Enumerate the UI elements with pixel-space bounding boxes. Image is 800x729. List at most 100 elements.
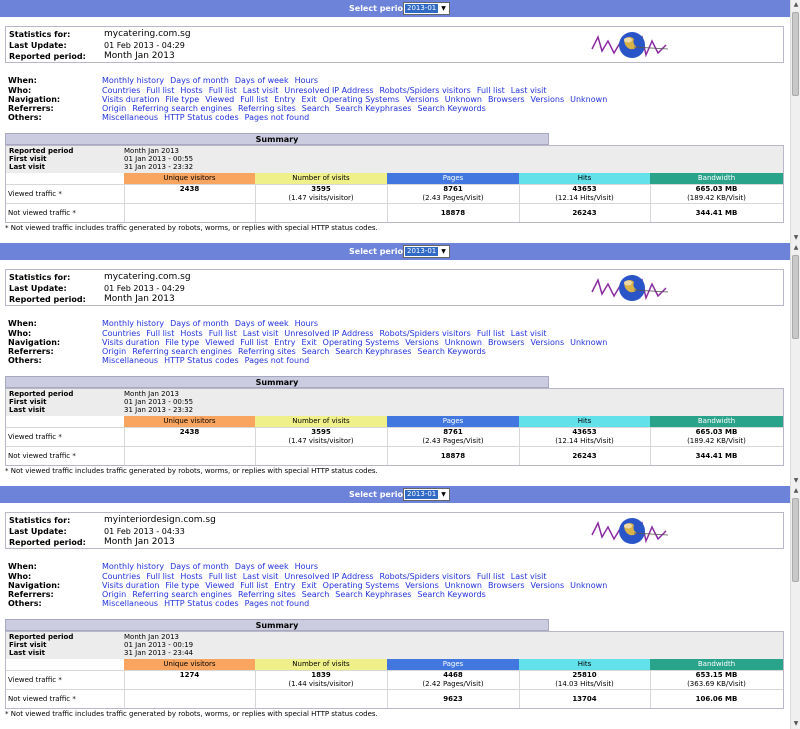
menu-link[interactable]: Full list [240,95,268,104]
period-select[interactable]: 2013-01 ▼ [403,488,450,501]
menu-link[interactable]: Exit [302,338,317,347]
menu-link[interactable]: File type [165,338,199,347]
menu-link[interactable]: Referring sites [238,104,296,113]
menu-link[interactable]: Days of month [170,76,229,85]
menu-link[interactable]: Origin [102,590,126,599]
menu-link[interactable]: Monthly history [102,319,164,328]
menu-link[interactable]: Full list [477,572,505,581]
chevron-down-icon[interactable]: ▼ [439,247,448,256]
menu-link[interactable]: Full list [146,86,174,95]
menu-link[interactable]: Referring search engines [132,104,232,113]
menu-link[interactable]: Hours [295,319,318,328]
menu-link[interactable]: Days of week [235,562,289,571]
menu-link[interactable]: Pages not found [245,113,310,122]
menu-link[interactable]: Full list [477,86,505,95]
menu-link[interactable]: Browsers [488,338,525,347]
vertical-scrollbar[interactable]: ▲ ▼ [790,486,800,729]
menu-link[interactable]: Exit [302,581,317,590]
menu-link[interactable]: Visits duration [102,338,159,347]
menu-link[interactable]: Operating Systems [323,95,400,104]
scroll-down-icon[interactable]: ▼ [792,476,800,486]
menu-link[interactable]: HTTP Status codes [164,356,239,365]
menu-link[interactable]: Browsers [488,581,525,590]
menu-link[interactable]: Referring sites [238,347,296,356]
menu-link[interactable]: Entry [274,338,295,347]
menu-link[interactable]: Search [302,347,329,356]
awstats-globe-logo-icon[interactable] [590,270,670,307]
menu-link[interactable]: Versions [531,338,565,347]
menu-link[interactable]: Unresolved IP Address [284,329,373,338]
menu-link[interactable]: Countries [102,329,140,338]
period-select[interactable]: 2013-01 ▼ [403,2,450,15]
menu-link[interactable]: Unknown [445,338,482,347]
menu-link[interactable]: Search [302,590,329,599]
menu-link[interactable]: Search Keyphrases [335,347,411,356]
menu-link[interactable]: Exit [302,95,317,104]
menu-link[interactable]: Full list [209,329,237,338]
menu-link[interactable]: Operating Systems [323,338,400,347]
menu-link[interactable]: Days of month [170,319,229,328]
menu-link[interactable]: Days of week [235,76,289,85]
menu-link[interactable]: Pages not found [245,599,310,608]
scrollbar-thumb[interactable] [792,498,799,582]
menu-link[interactable]: Miscellaneous [102,356,158,365]
menu-link[interactable]: Robots/Spiders visitors [380,86,471,95]
menu-link[interactable]: Full list [240,338,268,347]
menu-link[interactable]: Days of month [170,562,229,571]
menu-link[interactable]: Full list [146,329,174,338]
menu-link[interactable]: Entry [274,581,295,590]
menu-link[interactable]: Hosts [180,86,202,95]
menu-link[interactable]: Origin [102,347,126,356]
menu-link[interactable]: Entry [274,95,295,104]
menu-link[interactable]: Robots/Spiders visitors [380,572,471,581]
menu-link[interactable]: Search Keywords [417,590,485,599]
menu-link[interactable]: Unknown [445,95,482,104]
menu-link[interactable]: Countries [102,86,140,95]
menu-link[interactable]: Referring search engines [132,347,232,356]
menu-link[interactable]: Origin [102,104,126,113]
menu-link[interactable]: Unknown [570,95,607,104]
menu-link[interactable]: Visits duration [102,581,159,590]
period-select[interactable]: 2013-01 ▼ [403,245,450,258]
scroll-down-icon[interactable]: ▼ [792,233,800,243]
menu-link[interactable]: Unresolved IP Address [284,86,373,95]
menu-link[interactable]: Last visit [243,329,279,338]
menu-link[interactable]: Browsers [488,95,525,104]
menu-link[interactable]: Referring sites [238,590,296,599]
menu-link[interactable]: Hosts [180,572,202,581]
scrollbar-thumb[interactable] [792,12,799,96]
menu-link[interactable]: Hosts [180,329,202,338]
awstats-globe-logo-icon[interactable] [590,513,670,550]
scroll-up-icon[interactable]: ▲ [792,486,800,496]
menu-link[interactable]: Hours [295,76,318,85]
menu-link[interactable]: Versions [405,95,439,104]
menu-link[interactable]: Last visit [511,572,547,581]
menu-link[interactable]: Versions [405,338,439,347]
menu-link[interactable]: Operating Systems [323,581,400,590]
menu-link[interactable]: Last visit [243,86,279,95]
menu-link[interactable]: Robots/Spiders visitors [380,329,471,338]
menu-link[interactable]: Viewed [205,95,234,104]
menu-link[interactable]: Search Keywords [417,347,485,356]
menu-link[interactable]: Unknown [570,338,607,347]
menu-link[interactable]: Days of week [235,319,289,328]
menu-link[interactable]: Full list [209,86,237,95]
menu-link[interactable]: Unresolved IP Address [284,572,373,581]
menu-link[interactable]: Versions [531,95,565,104]
menu-link[interactable]: Referring search engines [132,590,232,599]
menu-link[interactable]: Visits duration [102,95,159,104]
menu-link[interactable]: Last visit [511,86,547,95]
menu-link[interactable]: File type [165,95,199,104]
menu-link[interactable]: Viewed [205,338,234,347]
menu-link[interactable]: Last visit [243,572,279,581]
menu-link[interactable]: Search Keyphrases [335,104,411,113]
menu-link[interactable]: Monthly history [102,76,164,85]
scroll-up-icon[interactable]: ▲ [792,0,800,10]
menu-link[interactable]: Full list [477,329,505,338]
vertical-scrollbar[interactable]: ▲ ▼ [790,243,800,486]
menu-link[interactable]: Countries [102,572,140,581]
menu-link[interactable]: Unknown [570,581,607,590]
menu-link[interactable]: Last visit [511,329,547,338]
menu-link[interactable]: Viewed [205,581,234,590]
menu-link[interactable]: Miscellaneous [102,113,158,122]
